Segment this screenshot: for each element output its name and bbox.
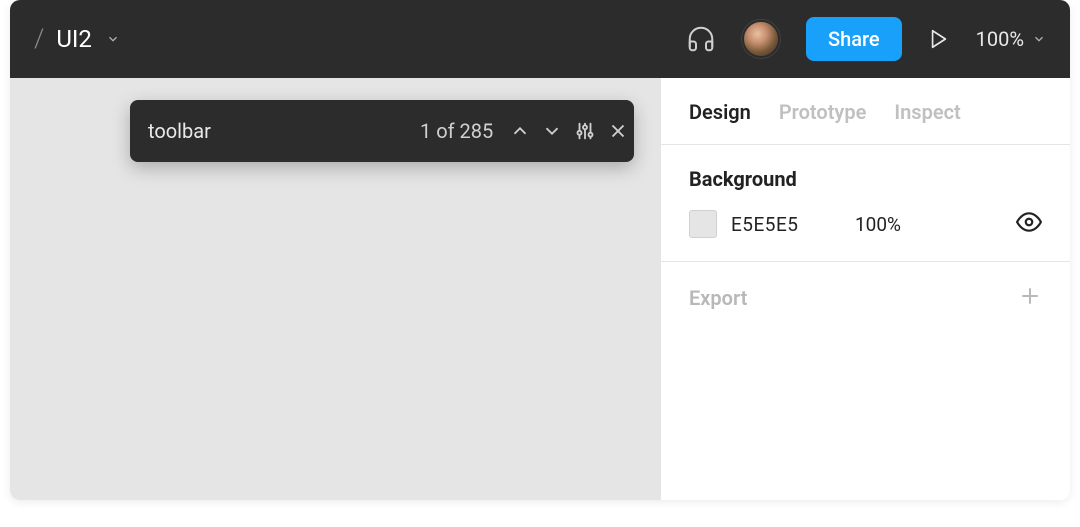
search-bar: 1 of 285 (130, 100, 634, 162)
background-section-title: Background (689, 167, 1042, 191)
chevron-down-icon (1032, 27, 1046, 51)
file-title: UI2 (56, 25, 92, 53)
panel-tabs: Design Prototype Inspect (661, 78, 1070, 145)
chevron-down-icon (106, 32, 120, 46)
share-button[interactable]: Share (806, 17, 902, 61)
background-opacity-value[interactable]: 100% (855, 213, 901, 236)
tab-inspect[interactable]: Inspect (894, 100, 960, 124)
avatar[interactable] (742, 20, 780, 58)
background-section: Background E5E5E5 100% (661, 145, 1070, 262)
background-hex-value[interactable]: E5E5E5 (731, 213, 821, 236)
search-next-button[interactable] (536, 100, 569, 162)
export-section: Export (661, 262, 1070, 334)
search-input[interactable] (130, 100, 420, 162)
zoom-value: 100% (976, 27, 1024, 51)
export-section-title: Export (689, 286, 747, 310)
background-color-swatch[interactable] (689, 210, 717, 238)
search-settings-button[interactable] (569, 100, 602, 162)
breadcrumb-separator-icon: / (34, 24, 44, 54)
file-title-dropdown[interactable]: / UI2 (34, 24, 120, 54)
search-close-button[interactable] (601, 100, 634, 162)
canvas[interactable]: 1 of 285 (10, 78, 660, 500)
search-prev-button[interactable] (503, 100, 536, 162)
top-bar: / UI2 Share 100% (10, 0, 1070, 78)
visibility-toggle-button[interactable] (1016, 209, 1042, 239)
headphones-icon[interactable] (686, 24, 716, 54)
play-icon[interactable] (928, 28, 950, 50)
tab-prototype[interactable]: Prototype (779, 100, 867, 124)
zoom-dropdown[interactable]: 100% (976, 27, 1046, 51)
properties-panel: Design Prototype Inspect Background E5E5… (660, 78, 1070, 500)
add-export-button[interactable] (1018, 284, 1042, 312)
top-right-controls: Share 100% (686, 17, 1046, 61)
search-result-count: 1 of 285 (420, 119, 493, 143)
main-area: 1 of 285 (10, 78, 1070, 500)
background-row: E5E5E5 100% (689, 209, 1042, 239)
tab-design[interactable]: Design (689, 100, 751, 124)
app-window: / UI2 Share 100% (10, 0, 1070, 500)
